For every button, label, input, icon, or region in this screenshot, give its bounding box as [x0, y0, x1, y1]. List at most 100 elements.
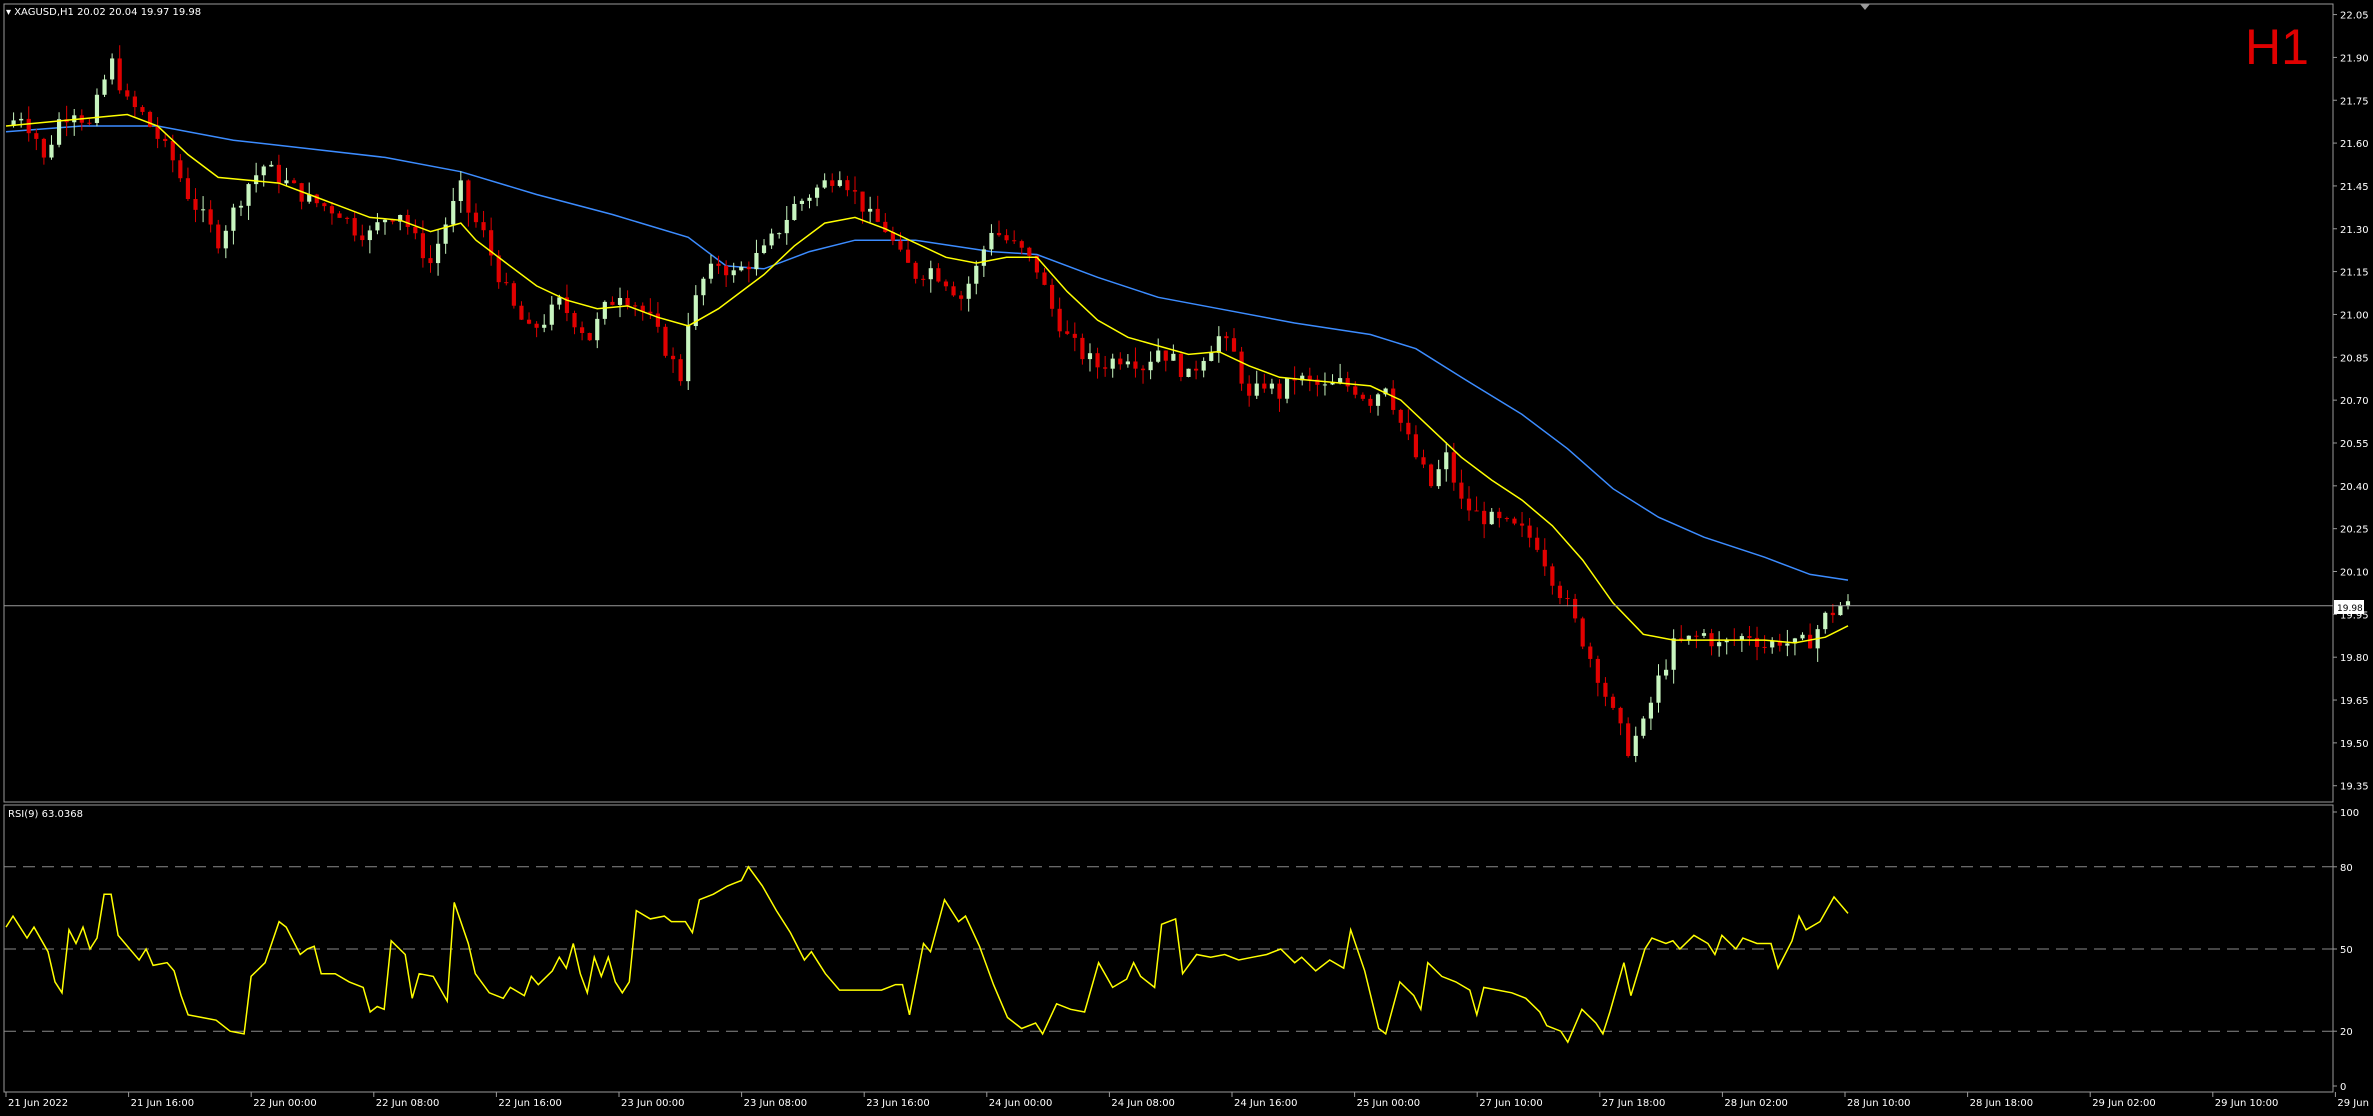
candle: [1049, 278, 1055, 317]
candle: [1732, 628, 1737, 646]
candle: [1573, 593, 1578, 623]
rsi-tick-label: 50: [2340, 945, 2353, 956]
candle: [845, 175, 850, 197]
candle: [284, 167, 289, 187]
candle: [1580, 616, 1585, 650]
candle: [587, 332, 592, 342]
candle: [261, 164, 266, 187]
candles-series: [11, 45, 1851, 763]
last-price-tag: 19.98: [2334, 600, 2364, 614]
candle: [1209, 345, 1214, 362]
candle: [792, 196, 797, 221]
candle: [1368, 394, 1373, 413]
candle: [458, 171, 463, 213]
chart-canvas: 22.05 21.90 21.75 21.60 21.45 21.30 21.15 21.00…: [3, 3, 2373, 1109]
candle: [663, 323, 668, 358]
candle: [345, 216, 350, 224]
candle: [1012, 230, 1017, 244]
candle: [913, 261, 918, 284]
time-tick-label: 23 Jun 08:00: [744, 1098, 808, 1109]
price-tick-label: 20.10: [2340, 568, 2369, 579]
candle: [466, 179, 471, 227]
candle: [1178, 351, 1184, 382]
price-tick-label: 19.50: [2340, 739, 2369, 750]
candle: [223, 225, 228, 259]
candle: [534, 321, 539, 338]
candle: [1482, 501, 1487, 539]
candle: [367, 225, 372, 254]
candle: [519, 301, 524, 321]
candle: [489, 217, 494, 266]
candle: [1375, 392, 1381, 416]
candle: [1019, 239, 1024, 255]
time-tick-label: 23 Jun 00:00: [621, 1098, 685, 1109]
candle: [928, 260, 933, 293]
candle: [1701, 628, 1707, 639]
candle: [617, 287, 623, 318]
price-tick-label: 20.25: [2340, 525, 2369, 536]
candle: [413, 219, 418, 240]
candle: [125, 83, 130, 100]
candle: [580, 321, 585, 341]
candle: [307, 182, 312, 204]
time-tick-label: 28 Jun 02:00: [1724, 1098, 1788, 1109]
candle: [41, 137, 46, 165]
candle: [754, 239, 759, 276]
candle: [140, 105, 145, 116]
candle: [1231, 328, 1237, 352]
candle: [1087, 343, 1093, 372]
candle: [1777, 633, 1782, 652]
candle: [49, 135, 54, 160]
candle: [1042, 267, 1047, 286]
candle: [110, 53, 115, 85]
price-tick-label: 20.55: [2340, 439, 2369, 450]
time-tick-label: 28 Jun 18:00: [1970, 1098, 2034, 1109]
candle: [1519, 511, 1525, 538]
candle: [610, 296, 615, 306]
candle: [1588, 642, 1593, 668]
price-tick-label: 19.65: [2340, 696, 2369, 707]
candle: [269, 161, 274, 167]
time-tick-label: 29 Jun 10:00: [2215, 1098, 2279, 1109]
candle: [1186, 368, 1191, 378]
candle: [473, 203, 479, 228]
candle: [1717, 631, 1722, 657]
candle: [1497, 507, 1502, 528]
time-tick-label: 23 Jun 16:00: [866, 1098, 930, 1109]
candle: [1747, 626, 1752, 646]
price-tick-label: 21.75: [2340, 96, 2369, 107]
candle: [1027, 246, 1032, 262]
candle: [1489, 508, 1494, 525]
time-tick-label: 28 Jun 10:00: [1847, 1098, 1911, 1109]
time-tick-label: 22 Jun 00:00: [253, 1098, 317, 1109]
candle: [79, 109, 84, 131]
candle: [428, 245, 433, 273]
price-tick-label: 21.45: [2340, 182, 2369, 193]
candle: [936, 263, 941, 283]
candle: [648, 298, 653, 320]
candle: [1254, 370, 1259, 399]
candle: [1565, 590, 1570, 607]
price-tick-label: 20.85: [2340, 353, 2369, 364]
candle: [87, 118, 92, 126]
candle: [201, 196, 206, 223]
candle: [155, 117, 160, 149]
symbol-header: ▾ XAGUSD,H1 20.02 20.04 19.97 19.98: [6, 7, 201, 18]
candle: [276, 154, 281, 194]
candle: [1762, 635, 1767, 654]
candle: [322, 202, 327, 212]
candle: [1406, 409, 1411, 441]
candle: [1739, 633, 1744, 652]
candle: [1610, 693, 1616, 710]
candle: [352, 211, 357, 242]
last-price-tag-text: 19.98: [2337, 604, 2363, 614]
shift-marker-icon[interactable]: [1860, 4, 1870, 10]
candle: [102, 74, 107, 97]
candle: [337, 211, 342, 218]
time-tick-label: 29 Jun 18:00: [2337, 1098, 2373, 1109]
candle: [1163, 350, 1168, 372]
candle: [837, 171, 842, 188]
candle: [822, 173, 827, 189]
candle: [1125, 354, 1130, 368]
candle: [1398, 408, 1403, 432]
